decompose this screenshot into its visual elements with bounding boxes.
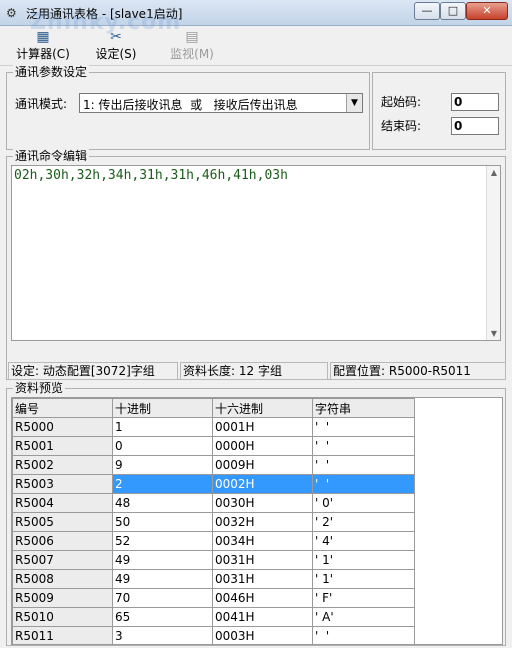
table-row[interactable]: R5006 52 0034H ' 4' (12, 531, 415, 551)
table-header-row: 编号 十进制 十六进制 字符串 (12, 398, 415, 418)
cell-id: R5004 (12, 493, 113, 513)
cell-id: R5008 (12, 569, 113, 589)
table-row[interactable]: R5004 48 0030H ' 0' (12, 493, 415, 513)
cell-id: R5009 (12, 588, 113, 608)
table-row[interactable]: R5011 3 0003H ' ' (12, 626, 415, 644)
cell-decimal: 3 (112, 626, 213, 644)
cell-decimal: 1 (112, 417, 213, 437)
minimize-button[interactable]: — (414, 2, 440, 20)
cell-string: ' F' (312, 588, 415, 608)
table-row[interactable]: R5000 1 0001H ' ' (12, 417, 415, 437)
cell-string: ' 4' (312, 531, 415, 551)
header-hex: 十六进制 (212, 398, 313, 418)
codes-group: 起始码: 0 结束码: 0 (372, 72, 506, 150)
cell-decimal: 70 (112, 588, 213, 608)
comm-mode-value: 1: 传出后接收讯息 或 接收后传出讯息 (83, 98, 298, 112)
cell-string: ' 0' (312, 493, 415, 513)
cell-hex: 0000H (212, 436, 313, 456)
cell-id: R5006 (12, 531, 113, 551)
data-preview-label: 资料预览 (13, 381, 66, 395)
comm-params-group: 通讯参数设定 通讯模式: 1: 传出后接收讯息 或 接收后传出讯息 ▼ (6, 65, 370, 150)
cell-decimal: 0 (112, 436, 213, 456)
cell-id: R5003 (12, 474, 113, 494)
cell-id: R5010 (12, 607, 113, 627)
cell-hex: 0034H (212, 531, 313, 551)
data-preview-group: 资料预览 编号 十进制 十六进制 字符串 R5000 1 0001H ' ' R5001… (6, 381, 506, 646)
table-row[interactable]: R5008 49 0031H ' 1' (12, 569, 415, 589)
maximize-button[interactable]: □ (440, 2, 466, 20)
vertical-scrollbar[interactable]: ▲ ▼ (486, 166, 500, 340)
header-string: 字符串 (312, 398, 415, 418)
cell-decimal: 48 (112, 493, 213, 513)
status-length: 资料长度: 12 字组 (180, 362, 328, 380)
cell-hex: 0046H (212, 588, 313, 608)
scroll-up-icon[interactable]: ▲ (487, 168, 501, 177)
cell-hex: 0009H (212, 455, 313, 475)
table-row[interactable]: R5001 0 0000H ' ' (12, 436, 415, 456)
settings-label: 设定(S) (95, 47, 137, 61)
cell-hex: 0031H (212, 569, 313, 589)
header-id: 编号 (12, 398, 113, 418)
cell-hex: 0032H (212, 512, 313, 532)
cell-id: R5007 (12, 550, 113, 570)
cell-decimal: 50 (112, 512, 213, 532)
cell-hex: 0003H (212, 626, 313, 644)
chevron-down-icon[interactable]: ▼ (346, 94, 362, 112)
table-row[interactable]: R5007 49 0031H ' 1' (12, 550, 415, 570)
watermark: Zhinky.com (30, 10, 182, 35)
monitor-label: 监视(M) (170, 47, 214, 61)
cell-hex: 0001H (212, 417, 313, 437)
cell-string: ' ' (312, 474, 415, 494)
cell-decimal: 49 (112, 550, 213, 570)
cell-id: R5002 (12, 455, 113, 475)
cell-decimal: 2 (112, 474, 213, 494)
status-bar: 设定: 动态配置[3072]字组 资料长度: 12 字组 配置位置: R5000… (8, 362, 506, 380)
table-row[interactable]: R5003 2 0002H ' ' (12, 474, 415, 494)
cell-decimal: 52 (112, 531, 213, 551)
data-table: 编号 十进制 十六进制 字符串 R5000 1 0001H ' ' R5001 0 0000… (12, 398, 415, 644)
cell-string: ' ' (312, 436, 415, 456)
comm-mode-select[interactable]: 1: 传出后接收讯息 或 接收后传出讯息 ▼ (79, 93, 363, 113)
command-text: 02h,30h,32h,34h,31h,31h,46h,41h,03h (14, 168, 288, 183)
table-row[interactable]: R5010 65 0041H ' A' (12, 607, 415, 627)
cell-hex: 0002H (212, 474, 313, 494)
end-code-label: 结束码: (381, 119, 422, 133)
table-row[interactable]: R5009 70 0046H ' F' (12, 588, 415, 608)
end-code-input[interactable]: 0 (451, 117, 499, 135)
cell-string: ' ' (312, 417, 415, 437)
data-preview-grid[interactable]: 编号 十进制 十六进制 字符串 R5000 1 0001H ' ' R5001 0 0000… (11, 397, 503, 645)
command-editor[interactable]: 02h,30h,32h,34h,31h,31h,46h,41h,03h ▲ ▼ (11, 165, 501, 341)
cell-string: ' ' (312, 626, 415, 644)
cell-id: R5001 (12, 436, 113, 456)
start-code-input[interactable]: 0 (451, 93, 499, 111)
cell-decimal: 65 (112, 607, 213, 627)
cell-id: R5005 (12, 512, 113, 532)
cell-string: ' A' (312, 607, 415, 627)
cell-string: ' 2' (312, 512, 415, 532)
table-row[interactable]: R5002 9 0009H ' ' (12, 455, 415, 475)
table-row[interactable]: R5005 50 0032H ' 2' (12, 512, 415, 532)
header-decimal: 十进制 (112, 398, 213, 418)
cell-string: ' 1' (312, 550, 415, 570)
cell-hex: 0041H (212, 607, 313, 627)
cell-id: R5011 (12, 626, 113, 644)
calculator-label: 计算器(C) (16, 47, 70, 61)
cell-decimal: 9 (112, 455, 213, 475)
status-location: 配置位置: R5000-R5011 (330, 362, 506, 380)
comm-params-label: 通讯参数设定 (13, 65, 90, 79)
command-editor-label: 通讯命令编辑 (13, 149, 90, 163)
status-setting: 设定: 动态配置[3072]字组 (8, 362, 178, 380)
start-code-label: 起始码: (381, 95, 422, 109)
close-button[interactable]: ✕ (466, 2, 508, 20)
command-editor-group: 通讯命令编辑 02h,30h,32h,34h,31h,31h,46h,41h,0… (6, 149, 506, 380)
comm-mode-label: 通讯模式: (15, 97, 68, 111)
scroll-down-icon[interactable]: ▼ (487, 329, 501, 338)
cell-id: R5000 (12, 417, 113, 437)
cell-string: ' 1' (312, 569, 415, 589)
cell-hex: 0030H (212, 493, 313, 513)
app-icon: ⚙ (6, 6, 17, 20)
cell-decimal: 49 (112, 569, 213, 589)
cell-hex: 0031H (212, 550, 313, 570)
cell-string: ' ' (312, 455, 415, 475)
